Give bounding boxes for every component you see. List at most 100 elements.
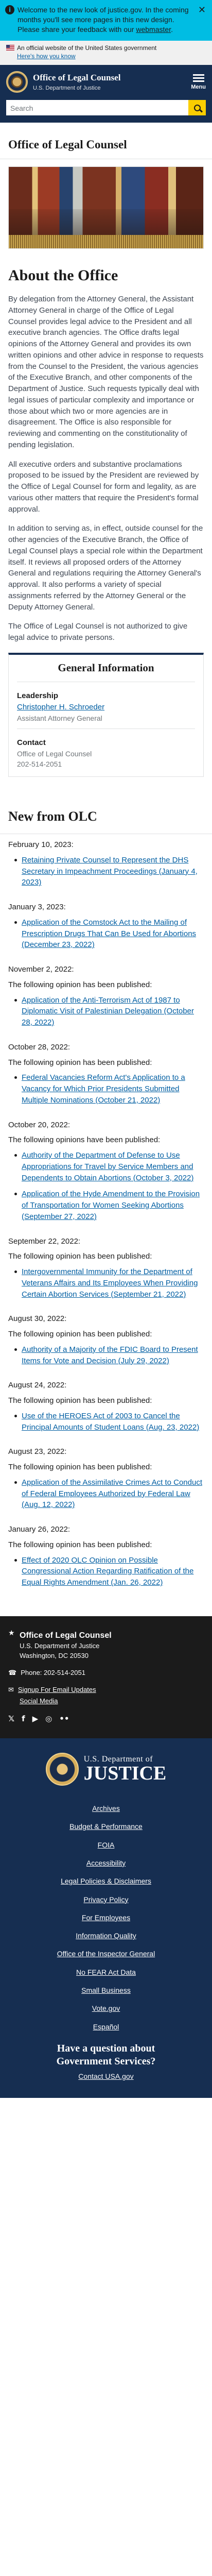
alert-message: Welcome to the new look of justice.gov. … xyxy=(6,5,192,35)
opinion-link[interactable]: Use of the HEROES Act of 2003 to Cancel … xyxy=(22,1412,199,1432)
phone-icon: ☎ xyxy=(8,1668,17,1676)
footer-office-city: Washington, DC 20530 xyxy=(20,1651,89,1659)
footer-link[interactable]: For Employees xyxy=(8,1912,204,1923)
contact-phone: 202-514-2051 xyxy=(17,760,62,769)
email-signup-link[interactable]: Signup For Email Updates xyxy=(18,1685,96,1695)
news-date: September 22, 2022: xyxy=(8,1236,81,1246)
social-icons: 𝕏 f ▶ ◎ •• xyxy=(8,1714,204,1725)
us-flag-icon xyxy=(6,44,14,50)
news-date: November 2, 2022: xyxy=(8,965,74,974)
doj-footer: U.S. Department of JUSTICE Archives Budge… xyxy=(0,1738,212,2098)
contact-label: Contact xyxy=(17,738,46,748)
star-icon: ★ xyxy=(8,1629,15,1637)
footer-link[interactable]: Español xyxy=(8,2022,204,2032)
news-list-item: Intergovernmental Immunity for the Depar… xyxy=(14,1266,204,1300)
footer-phone: Phone: 202-514-2051 xyxy=(21,1668,85,1676)
footer-links: Archives Budget & Performance FOIA Accessib… xyxy=(8,1803,204,2032)
alert-after: . xyxy=(171,25,173,33)
footer-link[interactable]: Office of the Inspector General xyxy=(8,1948,204,1959)
opinion-link[interactable]: Application of the Anti-Terrorism Act of… xyxy=(22,996,194,1027)
opinion-link[interactable]: Federal Vacancies Reform Act's Applicati… xyxy=(22,1073,185,1105)
news-intro: The following opinion has been published… xyxy=(8,980,152,989)
news-list: Authority of the Department of Defense t… xyxy=(8,1148,204,1231)
news-list: Application of the Anti-Terrorism Act of… xyxy=(8,993,204,1037)
news-list-item: Retaining Private Counsel to Represent t… xyxy=(14,855,204,888)
news-intro: The following opinion has been published… xyxy=(8,1396,152,1405)
about-paragraph: By delegation from the Attorney General,… xyxy=(8,295,204,449)
news-list-item: Application of the Anti-Terrorism Act of… xyxy=(14,995,204,1028)
webmaster-link[interactable]: webmaster xyxy=(136,25,171,33)
opinion-link[interactable]: Authority of the Department of Defense t… xyxy=(22,1151,193,1182)
about-paragraph: The Office of Legal Counsel is not autho… xyxy=(8,622,188,642)
site-logo[interactable]: Office of Legal Counsel U.S. Department … xyxy=(6,71,120,93)
general-information-heading: General Information xyxy=(17,655,195,683)
news-list-item: Authority of a Majority of the FDIC Boar… xyxy=(14,1344,204,1367)
menu-button[interactable]: Menu xyxy=(191,73,206,92)
footer-link[interactable]: FOIA xyxy=(8,1840,204,1850)
heres-how-you-know-link[interactable]: Here's how you know xyxy=(17,53,76,60)
youtube-icon[interactable]: ▶ xyxy=(32,1714,39,1725)
email-icon: ✉ xyxy=(8,1685,14,1693)
flickr-icon[interactable]: •• xyxy=(59,1714,69,1725)
hamburger-icon xyxy=(191,74,206,82)
doj-seal-icon xyxy=(6,71,28,93)
news-date: August 23, 2022: xyxy=(8,1447,67,1456)
news-list-item: Authority of the Department of Defense t… xyxy=(14,1150,204,1183)
instagram-icon[interactable]: ◎ xyxy=(45,1714,52,1725)
opinion-link[interactable]: Effect of 2020 OLC Opinion on Possible C… xyxy=(22,1556,193,1587)
search-icon xyxy=(193,104,201,111)
facebook-icon[interactable]: f xyxy=(22,1714,25,1725)
footer-link[interactable]: Legal Policies & Disclaimers xyxy=(8,1876,204,1886)
close-icon[interactable]: ✕ xyxy=(198,4,206,16)
news-date: January 3, 2023: xyxy=(8,903,66,912)
opinion-link[interactable]: Authority of a Majority of the FDIC Boar… xyxy=(22,1345,198,1365)
news-date: October 28, 2022: xyxy=(8,1042,70,1052)
site-header: Office of Legal Counsel U.S. Department … xyxy=(0,65,212,123)
office-footer: ★ Office of Legal Counsel U.S. Departmen… xyxy=(0,1616,212,1739)
leader-title: Assistant Attorney General xyxy=(17,714,102,722)
about-body: By delegation from the Attorney General,… xyxy=(0,294,212,643)
footer-link[interactable]: Vote.gov xyxy=(8,2003,204,2013)
opinion-link[interactable]: Intergovernmental Immunity for the Depar… xyxy=(22,1267,198,1299)
footer-link[interactable]: Budget & Performance xyxy=(8,1821,204,1832)
opinion-link[interactable]: Application of the Comstock Act to the M… xyxy=(22,918,196,950)
news-list: Authority of a Majority of the FDIC Boar… xyxy=(8,1342,204,1375)
social-media-link[interactable]: Social Media xyxy=(20,1697,58,1706)
news-intro: The following opinion has been published… xyxy=(8,1330,152,1339)
doj-logo[interactable]: U.S. Department of JUSTICE xyxy=(8,1753,204,1786)
news-list: Federal Vacancies Reform Act's Applicati… xyxy=(8,1070,204,1114)
news-date: August 24, 2022: xyxy=(8,1381,67,1390)
footer-link[interactable]: Information Quality xyxy=(8,1930,204,1941)
gov-banner: An official website of the United States… xyxy=(0,40,212,65)
gov-banner-text: An official website of the United States… xyxy=(17,44,157,52)
page-title: Office of Legal Counsel xyxy=(0,123,212,159)
footer-office-dept: U.S. Department of Justice xyxy=(20,1642,100,1650)
opinion-link[interactable]: Application of the Hyde Amendment to the… xyxy=(22,1190,200,1221)
footer-office-name: Office of Legal Counsel xyxy=(20,1631,112,1640)
leader-name-link[interactable]: Christopher H. Schroeder xyxy=(17,703,104,711)
opinion-link[interactable]: Retaining Private Counsel to Represent t… xyxy=(22,856,198,887)
search-form: Search xyxy=(6,100,206,116)
news-list: Application of the Assimilative Crimes A… xyxy=(8,1475,204,1519)
doj-seal-icon xyxy=(45,1753,79,1786)
news-list-item: Use of the HEROES Act of 2003 to Cancel … xyxy=(14,1411,204,1433)
leadership-label: Leadership xyxy=(17,691,59,701)
footer-link[interactable]: Small Business xyxy=(8,1985,204,1995)
news-list-item: Effect of 2020 OLC Opinion on Possible C… xyxy=(14,1555,204,1588)
contact-usagov-link[interactable]: Contact USA.gov xyxy=(78,2072,133,2080)
footer-link[interactable]: Accessibility xyxy=(8,1858,204,1868)
about-paragraph: All executive orders and substantive pro… xyxy=(8,460,199,514)
footer-link[interactable]: Archives xyxy=(8,1803,204,1814)
search-input[interactable]: Search xyxy=(6,100,188,116)
search-button[interactable] xyxy=(188,100,206,116)
opinion-link[interactable]: Application of the Assimilative Crimes A… xyxy=(22,1478,202,1510)
twitter-icon[interactable]: 𝕏 xyxy=(8,1714,14,1725)
news-list: Retaining Private Counsel to Represent t… xyxy=(8,853,204,896)
news-intro: The following opinion has been published… xyxy=(8,1058,152,1067)
info-icon: i xyxy=(5,5,14,14)
general-information-card: General Information Leadership Christoph… xyxy=(8,652,204,777)
footer-link[interactable]: Privacy Policy xyxy=(8,1894,204,1905)
news-list-item: Application of the Comstock Act to the M… xyxy=(14,917,204,951)
news-feed: February 10, 2023: Retaining Private Coun… xyxy=(0,834,212,1597)
footer-link[interactable]: No FEAR Act Data xyxy=(8,1967,204,1977)
